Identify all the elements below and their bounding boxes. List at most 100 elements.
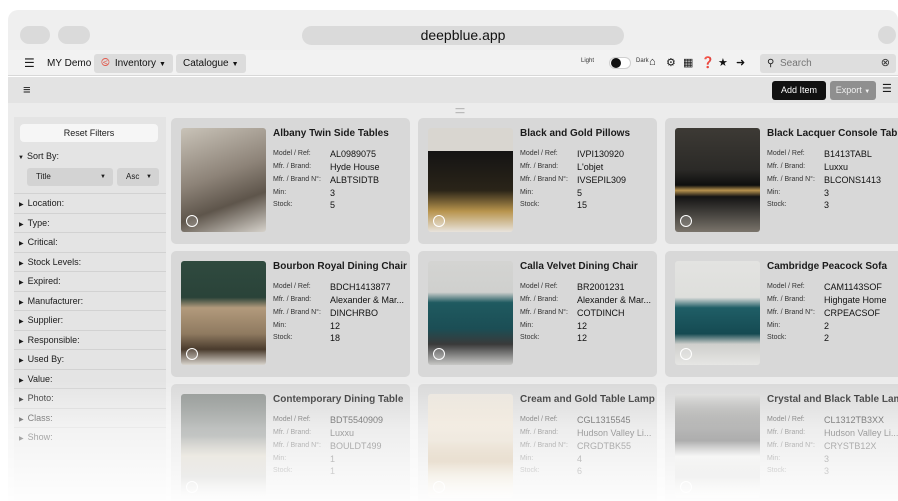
select-checkbox[interactable] [680,215,692,227]
item-title: Black Lacquer Console Table [767,128,898,139]
box-icon: ⧀ [101,57,110,69]
item-card[interactable]: Black and Gold Pillows Model / Ref: IVPI1… [418,118,657,244]
reset-filters-button[interactable]: Reset Filters [20,124,158,142]
filter-label: Value: [27,373,53,384]
brand-value: Hyde House [330,162,380,172]
browser-tab-pill[interactable] [58,26,90,44]
sort-field-select[interactable]: Title ▼ [27,168,113,186]
filter-expired[interactable]: ▶ Expired: [14,271,166,291]
stock-value: 15 [577,200,588,210]
brand-label: Mfr. / Brand: [273,163,312,170]
brand-no-value: ALBTSIDTB [330,175,380,185]
filter-type[interactable]: ▶ Type: [14,212,166,233]
filter-class[interactable]: ▶ Class: [14,407,166,428]
help-icon[interactable]: ❓ [701,56,715,69]
select-checkbox[interactable] [433,215,445,227]
filter-photo[interactable]: ▶ Photo: [14,388,166,408]
bed-icon[interactable]: ☰ [24,56,35,70]
filter-stock-levels[interactable]: ▶ Stock Levels: [14,251,166,272]
filter-critical[interactable]: ▶ Critical: [14,232,166,252]
nav-inventory[interactable]: ⧀ Inventory ▼ [94,54,173,73]
export-button[interactable]: Export ▼ [830,81,876,100]
brand-label: Mfr. / Brand: [520,163,559,170]
item-card[interactable]: Albany Twin Side Tables Model / Ref: AL09… [171,118,410,244]
sort-by-heading[interactable]: ▼ Sort By: [18,151,59,161]
item-card[interactable]: Crystal and Black Table Lamps Model / Re… [665,384,898,501]
select-checkbox[interactable] [186,481,198,493]
item-card[interactable]: Cambridge Peacock Sofa Model / Ref: CAM11… [665,251,898,377]
brand-no-value: BLCONS1413 [824,175,882,185]
min-label: Min: [273,189,287,196]
select-checkbox[interactable] [186,215,198,227]
ref-value: BR2001231 [577,282,625,292]
stock-label: Stock: [767,334,787,341]
ref-value: BDT5540909 [330,415,384,425]
qr-icon[interactable]: ▦ [683,56,693,69]
top-nav: ☰ MY Demo ⧀ Inventory ▼ Catalogue ▼ Light D… [8,50,898,76]
select-checkbox[interactable] [433,481,445,493]
gear-icon[interactable]: ⚙ [666,56,676,69]
home-icon[interactable]: ⌂ [649,56,656,68]
clear-search-icon[interactable]: ⊗ [881,54,890,73]
filter-label: Class: [27,412,53,423]
min-label: Min: [273,455,287,462]
filter-supplier[interactable]: ▶ Supplier: [14,310,166,330]
chevron-down-icon: ▼ [100,174,106,180]
browser-tab-pill[interactable] [20,26,50,44]
item-card[interactable]: Bourbon Royal Dining Chair Model / Ref: B… [171,251,410,377]
select-checkbox[interactable] [680,348,692,360]
browser-menu-button[interactable] [878,26,896,44]
select-checkbox[interactable] [433,348,445,360]
select-checkbox[interactable] [186,348,198,360]
hamburger-menu-icon[interactable]: ≡ [23,82,31,97]
select-checkbox[interactable] [680,481,692,493]
filter-label: Photo: [27,393,54,403]
brand-no-label: Mfr. / Brand N°: [273,309,321,316]
address-bar[interactable]: deepblue.app [302,26,624,45]
stock-value: 18 [330,333,341,343]
list-view-icon[interactable]: ☰ [882,82,892,95]
drag-handle-icon[interactable]: — — [455,104,465,117]
brand-no-label: Mfr. / Brand N°: [520,176,568,183]
min-value: 12 [330,321,341,331]
theme-toggle[interactable] [609,57,631,69]
chevron-right-icon: ▶ [19,280,24,286]
filter-location[interactable]: ▶ Location: [14,193,166,213]
filter-label: Location: [27,198,65,208]
item-card[interactable]: Black Lacquer Console Table Model / Ref:… [665,118,898,244]
item-title: Contemporary Dining Table [273,394,404,405]
brand-value: Luxxu [824,162,849,172]
brand-no-value: COTDINCH [577,308,625,318]
min-label: Min: [767,189,781,196]
item-card[interactable]: Calla Velvet Dining Chair Model / Ref: BR… [418,251,657,377]
item-card[interactable]: Cream and Gold Table Lamp Model / Ref: CG… [418,384,657,501]
filter-used-by[interactable]: ▶ Used By: [14,349,166,369]
stock-label: Stock: [520,467,540,474]
filter-label: Critical: [27,237,58,247]
filter-show[interactable]: ▶ Show: [14,427,166,447]
main-content: — — Reset Filters ▼ Sort By: Title ▼ Asc ▼ ▶… [8,103,898,501]
brand-no-value: IVSEPIL309 [577,175,627,185]
chevron-down-icon: ▼ [18,155,24,161]
nav-my-demo[interactable]: MY Demo [40,54,98,73]
sort-order-select[interactable]: Asc ▼ [117,168,159,186]
filter-responsible[interactable]: ▶ Responsible: [14,329,166,350]
nav-catalogue[interactable]: Catalogue ▼ [176,54,246,73]
filter-label: Supplier: [27,315,64,325]
item-card[interactable]: Contemporary Dining Table Model / Ref: BD… [171,384,410,501]
item-title: Crystal and Black Table Lamps [767,394,898,405]
add-item-button[interactable]: Add Item [772,81,826,100]
ref-label: Model / Ref: [520,150,558,157]
filter-value[interactable]: ▶ Value: [14,368,166,389]
nav-inventory-label: Inventory [114,58,156,69]
filter-manufacturer[interactable]: ▶ Manufacturer: [14,290,166,311]
stock-value: 6 [577,466,583,476]
chevron-right-icon: ▶ [19,377,24,384]
ref-value: AL0989075 [330,149,377,159]
item-photo [181,128,266,232]
star-icon[interactable]: ★ [718,56,728,69]
logout-icon[interactable]: ➜ [736,56,745,69]
ref-label: Model / Ref: [273,150,311,157]
search-input[interactable] [780,57,876,70]
chevron-down-icon: ▼ [864,89,871,95]
